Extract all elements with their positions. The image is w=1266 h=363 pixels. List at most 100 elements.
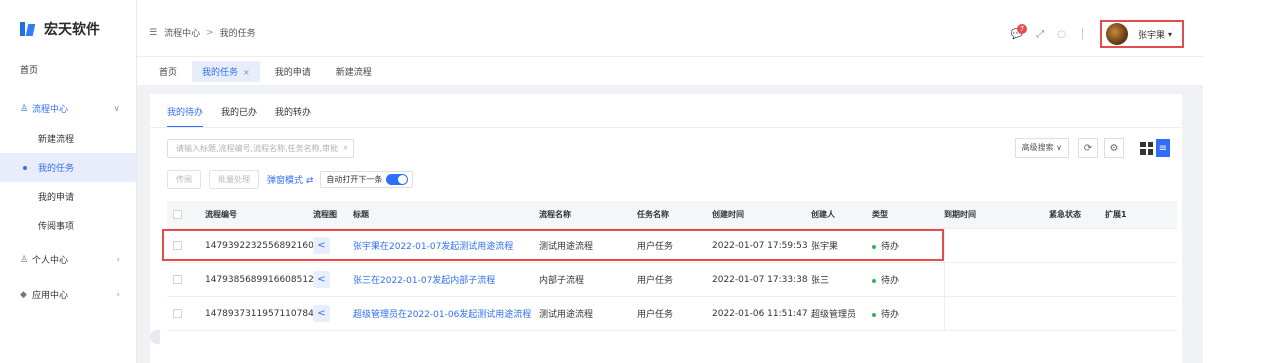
column-header: 流程图 <box>313 210 337 219</box>
column-header: 创建时间 <box>712 210 744 219</box>
creator: 张宇果 <box>811 242 839 252</box>
tab-my-applications[interactable]: 我的申请 <box>265 61 321 82</box>
column-header: 流程编号 <box>205 210 237 219</box>
chevron-right-icon: › <box>116 289 120 300</box>
avatar <box>1105 23 1128 45</box>
advanced-search-button[interactable]: 高级搜索 ∨ <box>1014 138 1069 158</box>
toggle-switch[interactable] <box>386 174 409 185</box>
sidebar-item-label: 新建流程 <box>38 135 75 145</box>
process-id: 1479392232556892160 <box>205 240 313 251</box>
tab-label: 我的任务 <box>202 67 239 78</box>
breadcrumb-item: 我的任务 <box>219 29 256 39</box>
task-name: 用户任务 <box>637 242 674 252</box>
close-icon[interactable]: × <box>243 68 250 77</box>
created-time: 2022-01-07 17:33:38 <box>712 274 808 285</box>
sidebar-item-label: 传阅事项 <box>38 222 75 232</box>
page-tabs: 首页 我的任务 × 我的申请 新建流程 <box>137 57 1203 85</box>
refresh-icon[interactable]: ◌ <box>1057 29 1066 40</box>
task-name: 用户任务 <box>637 276 674 286</box>
tab-transferred[interactable]: 我的转办 <box>275 104 311 128</box>
column-header: 类型 <box>872 210 888 219</box>
sidebar-item-circulated[interactable]: 传阅事项 <box>0 211 136 240</box>
process-id: 1479385689916608512 <box>205 274 313 285</box>
tab-home[interactable]: 首页 <box>149 61 187 82</box>
table-row[interactable]: 1478937311957110784 < 超级管理员在2022-01-06发起… <box>167 297 1177 331</box>
divider <box>1081 28 1083 40</box>
column-header: 流程名称 <box>539 210 571 219</box>
row-checkbox[interactable] <box>167 241 187 250</box>
flow-diagram-cell: < <box>313 305 353 322</box>
grid-view-icon[interactable] <box>1140 141 1153 155</box>
caret-down-icon: ▾ <box>1167 29 1172 39</box>
status-text: 待办 <box>881 276 900 286</box>
row-checkbox[interactable] <box>167 309 187 318</box>
table-row[interactable]: 1479392232556892160 < 张宇果在2022-01-07发起测试… <box>167 229 1177 263</box>
sidebar-item-label: 我的申请 <box>38 193 75 203</box>
user-menu[interactable]: 张宇果 ▾ <box>1099 20 1184 48</box>
message-icon[interactable]: 💬 7 <box>1011 23 1028 40</box>
tab-new-process[interactable]: 新建流程 <box>326 61 382 82</box>
person-icon: ♙ <box>20 254 29 265</box>
table-row[interactable]: 1479385689916608512 < 张三在2022-01-07发起内部子… <box>167 263 1177 297</box>
creator: 张三 <box>811 276 830 286</box>
table-header: 流程编号 流程图 标题 流程名称 任务名称 创建时间 创建人 类型 到期时间 紧… <box>167 201 1177 229</box>
sidebar-group-personal-center[interactable]: ♙ 个人中心 › <box>0 244 136 275</box>
pass-button[interactable]: 传阅 <box>167 170 201 189</box>
sidebar-item-label: 应用中心 <box>32 291 69 301</box>
logo-text: 宏天软件 <box>44 21 100 38</box>
status-badge: 待办 <box>872 273 944 286</box>
sidebar-group-process-center[interactable]: ♙ 流程中心 ∨ <box>0 93 136 124</box>
search-icon[interactable]: ⌕ <box>344 143 348 153</box>
sidebar-item-label: 我的任务 <box>38 164 75 174</box>
popup-mode-toggle[interactable]: 弹窗模式 ⇄ <box>267 173 313 186</box>
sidebar-item-my-tasks[interactable]: 我的任务 <box>0 153 136 182</box>
user-icon: ♙ <box>20 103 29 114</box>
settings-button[interactable]: ⚙ <box>1104 138 1124 158</box>
task-title-link[interactable]: 张宇果在2022-01-07发起测试用途流程 <box>353 239 539 252</box>
sidebar-group-app-center[interactable]: ◆ 应用中心 › <box>0 279 136 310</box>
sidebar-item-label: 个人中心 <box>32 256 69 266</box>
sidebar-item-my-applications[interactable]: 我的申请 <box>0 182 136 211</box>
row-checkbox[interactable] <box>167 275 187 284</box>
task-title-link[interactable]: 张三在2022-01-07发起内部子流程 <box>353 273 539 286</box>
sidebar-item-home[interactable]: 首页 <box>0 57 136 81</box>
auto-next-switch[interactable]: 自动打开下一条 <box>320 171 414 188</box>
process-id: 1478937311957110784 <box>205 308 313 319</box>
column-header: 标题 <box>353 210 369 219</box>
created-time: 2022-01-06 11:51:47 <box>712 308 808 319</box>
batch-process-button[interactable]: 批量处理 <box>209 170 259 189</box>
fullscreen-icon[interactable]: ⤢ <box>1036 29 1044 40</box>
share-icon[interactable]: < <box>313 237 330 254</box>
column-header: 紧急状态 <box>1049 210 1081 219</box>
status-dot-icon <box>872 278 876 283</box>
due-time <box>944 229 1049 262</box>
action-bar: 传阅 批量处理 弹窗模式 ⇄ 自动打开下一条 <box>167 170 414 189</box>
breadcrumb-separator: > <box>206 27 214 38</box>
refresh-button[interactable]: ⟳ <box>1078 138 1098 158</box>
column-header: 任务名称 <box>637 210 669 219</box>
collapse-handle[interactable] <box>150 330 160 344</box>
share-icon[interactable]: < <box>313 271 330 288</box>
stack-icon: ◆ <box>20 289 27 300</box>
list-view-icon[interactable]: ≡ <box>1156 139 1170 157</box>
status-text: 待办 <box>881 310 900 320</box>
sidebar: 宏天软件 首页 ♙ 流程中心 ∨ 新建流程 我的任务 我的申请 传阅事项 ♙ 个… <box>0 0 137 363</box>
task-card: 我的待办 我的已办 我的转办 请输入标题,流程编号,流程名称,任务名称,审批 ⌕… <box>150 94 1182 363</box>
tab-done[interactable]: 我的已办 <box>221 104 257 128</box>
share-icon[interactable]: < <box>313 305 330 322</box>
status-dot-icon <box>872 244 876 249</box>
task-table: 流程编号 流程图 标题 流程名称 任务名称 创建时间 创建人 类型 到期时间 紧… <box>167 201 1177 331</box>
menu-fold-icon[interactable]: ☰ <box>149 28 157 38</box>
chevron-right-icon: › <box>116 254 120 265</box>
tab-my-tasks[interactable]: 我的任务 × <box>192 60 260 82</box>
task-name: 用户任务 <box>637 310 674 320</box>
sidebar-item-new-process[interactable]: 新建流程 <box>0 124 136 153</box>
select-all-checkbox[interactable] <box>167 210 187 219</box>
sub-tabs: 我的待办 我的已办 我的转办 <box>167 104 329 128</box>
tab-todo[interactable]: 我的待办 <box>167 104 204 128</box>
status-dot-icon <box>872 312 876 317</box>
search-input[interactable]: 请输入标题,流程编号,流程名称,任务名称,审批 ⌕ <box>167 139 354 158</box>
column-header: 扩展1 <box>1105 210 1127 219</box>
breadcrumb-item[interactable]: 流程中心 <box>164 26 200 39</box>
task-title-link[interactable]: 超级管理员在2022-01-06发起测试用途流程 <box>353 307 539 320</box>
